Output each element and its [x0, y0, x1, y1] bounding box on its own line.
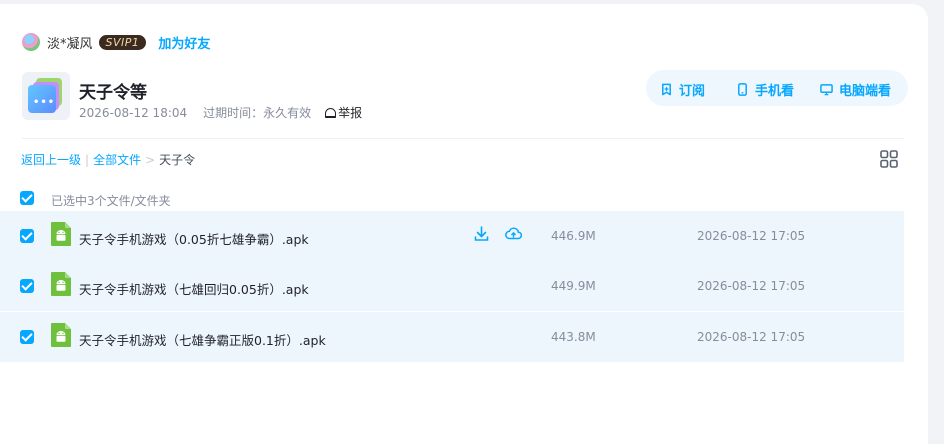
current-folder: 天子令: [159, 153, 196, 167]
subscribe-button[interactable]: 订阅: [660, 80, 705, 99]
report-icon: [325, 107, 337, 118]
row-checkbox[interactable]: [20, 279, 34, 293]
report-button[interactable]: 举报: [325, 104, 362, 121]
all-files-link[interactable]: 全部文件: [93, 151, 141, 168]
share-date: 2026-08-12 18:04: [79, 105, 188, 120]
android-apk-icon: [51, 323, 71, 347]
file-size: 449.9M: [551, 279, 596, 293]
monitor-icon: [820, 84, 833, 96]
svip-badge: SVIP1: [98, 34, 147, 50]
file-size: 443.8M: [551, 330, 596, 344]
file-name[interactable]: 天子令手机游戏（七雄回归0.05折）.apk: [79, 279, 309, 298]
file-time: 2026-08-12 17:05: [697, 279, 806, 293]
report-label: 举报: [338, 106, 363, 120]
row-checkbox[interactable]: [20, 229, 34, 243]
selection-count: 已选中3个文件/文件夹: [51, 194, 171, 208]
phone-icon: [738, 83, 747, 96]
download-icon[interactable]: [474, 226, 489, 242]
share-folder-icon: •••: [22, 72, 70, 120]
grid-view-icon[interactable]: [880, 150, 898, 168]
file-name[interactable]: 天子令手机游戏（0.05折七雄争霸）.apk: [79, 229, 309, 248]
phone-view-label: 手机看: [755, 84, 795, 99]
expire-value: 永久有效: [263, 106, 312, 120]
breadcrumb: 返回上一级 | 全部文件 > 天子令: [21, 151, 195, 168]
share-meta: 2026-08-12 18:04 过期时间： 永久有效 举报: [79, 104, 362, 121]
table-row[interactable]: 天子令手机游戏（七雄争霸正版0.1折）.apk 443.8M 2026-08-1…: [0, 312, 904, 362]
android-apk-icon: [51, 272, 71, 296]
share-title: 天子令等: [79, 83, 147, 103]
add-friend-link[interactable]: 加为好友: [158, 33, 210, 52]
pc-view-button[interactable]: 电脑端看: [820, 80, 891, 99]
sharer-info: 淡*凝风 SVIP1 加为好友: [22, 31, 210, 53]
header-divider: [22, 138, 904, 139]
breadcrumb-separator: |: [85, 152, 90, 167]
table-row[interactable]: 天子令手机游戏（0.05折七雄争霸）.apk 446.9M 2026-08-12…: [0, 211, 904, 261]
breadcrumb-chevron: >: [145, 152, 156, 167]
phone-view-button[interactable]: 手机看: [736, 80, 794, 99]
file-size: 446.9M: [551, 229, 596, 243]
file-time: 2026-08-12 17:05: [697, 330, 806, 344]
file-name[interactable]: 天子令手机游戏（七雄争霸正版0.1折）.apk: [79, 330, 326, 349]
subscribe-icon: [662, 83, 671, 96]
table-row[interactable]: 天子令手机游戏（七雄回归0.05折）.apk 449.9M 2026-08-12…: [0, 261, 904, 311]
file-time: 2026-08-12 17:05: [697, 229, 806, 243]
back-link[interactable]: 返回上一级: [21, 151, 81, 168]
select-all-checkbox[interactable]: [20, 191, 34, 205]
share-card: 淡*凝风 SVIP1 加为好友 ••• 天子令等 2026-08-12 18:0…: [0, 4, 928, 444]
android-apk-icon: [51, 222, 71, 246]
subscribe-label: 订阅: [679, 84, 706, 99]
expire-label: 过期时间：: [203, 106, 264, 120]
sharer-name[interactable]: 淡*凝风: [47, 33, 93, 52]
cloud-save-icon[interactable]: [505, 226, 522, 241]
view-actions: 订阅 手机看 电脑端看: [646, 70, 908, 106]
pc-view-label: 电脑端看: [839, 84, 892, 99]
avatar-icon[interactable]: [22, 33, 40, 51]
row-checkbox[interactable]: [20, 330, 34, 344]
